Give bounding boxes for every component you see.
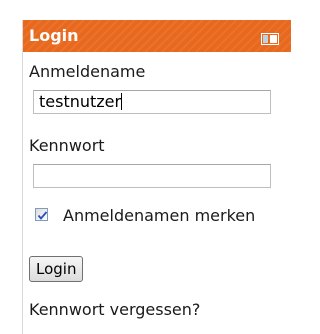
login-panel: Login Anmeldename testnutzer Kennwort An… (22, 20, 291, 334)
checkmark-icon (37, 211, 48, 220)
password-field[interactable] (33, 164, 271, 188)
remember-label: Anmeldenamen merken (63, 206, 256, 225)
panel-title: Login (29, 26, 79, 45)
text-caret (121, 93, 123, 110)
login-panel-header: Login (23, 20, 291, 52)
username-label: Anmeldename (29, 62, 146, 81)
remember-checkbox[interactable] (35, 208, 48, 221)
forgot-password-link[interactable]: Kennwort vergessen? (29, 300, 200, 320)
login-button[interactable]: Login (29, 256, 84, 282)
password-label: Kennwort (29, 136, 105, 155)
username-field[interactable]: testnutzer (33, 90, 271, 114)
username-value: testnutzer (39, 92, 122, 111)
panel-toggle-icon[interactable] (261, 30, 279, 45)
